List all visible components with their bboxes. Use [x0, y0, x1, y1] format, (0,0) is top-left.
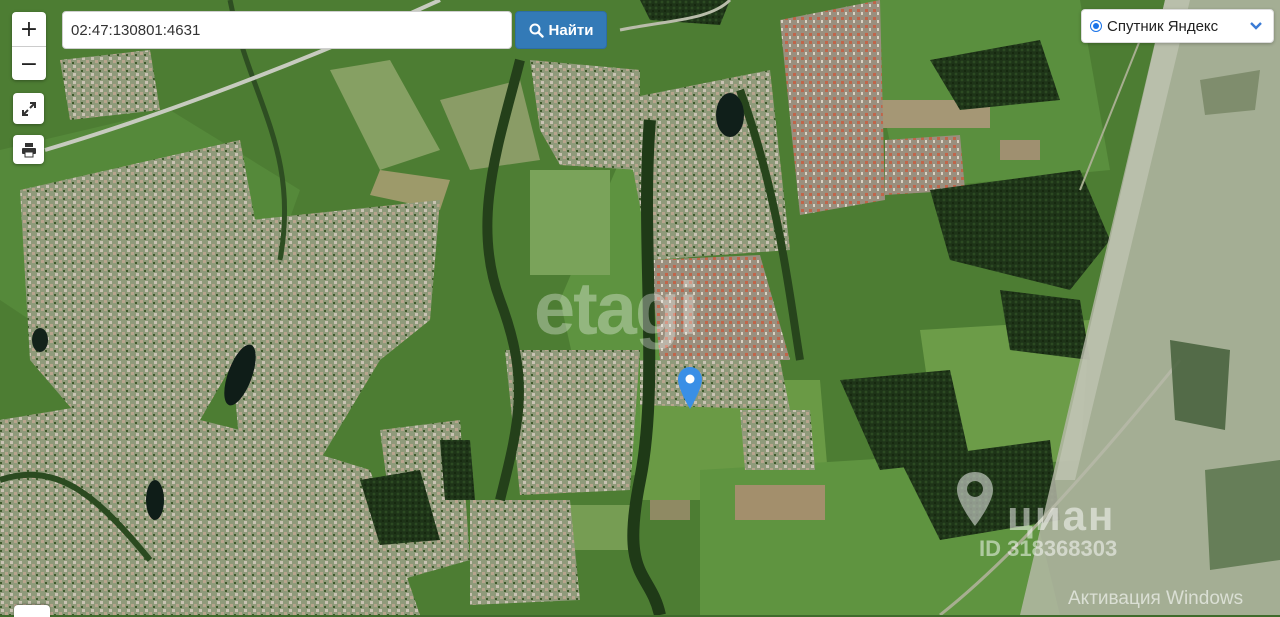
fullscreen-button[interactable]	[13, 93, 44, 124]
cian-watermark-id: ID 318368303	[979, 536, 1118, 561]
search-button-label: Найти	[548, 21, 594, 39]
search-icon	[529, 23, 544, 38]
map-layer-label: Спутник Яндекс	[1107, 17, 1219, 35]
printer-icon	[21, 142, 36, 157]
expand-icon	[21, 101, 36, 116]
cadastral-search-input[interactable]	[62, 11, 512, 49]
map-pin-icon[interactable]	[677, 366, 703, 415]
chevron-down-icon	[1250, 22, 1262, 30]
zoom-in-button[interactable]: +	[12, 12, 46, 46]
search-button[interactable]: Найти	[515, 11, 607, 49]
cian-pin-icon	[957, 472, 993, 526]
etagi-watermark: etagi	[534, 267, 699, 350]
zoom-control: + −	[12, 12, 46, 80]
print-button[interactable]	[13, 135, 44, 164]
zoom-out-button[interactable]: −	[12, 46, 46, 80]
map-layer-select[interactable]: Спутник Яндекс	[1081, 9, 1274, 43]
radio-selected-icon	[1090, 20, 1102, 32]
bottom-control-stub	[14, 605, 50, 617]
windows-activation-watermark: Активация Windows	[1068, 588, 1244, 609]
cian-watermark: циан ID 318368303	[955, 470, 1117, 561]
cian-watermark-name: циан	[1007, 492, 1116, 539]
